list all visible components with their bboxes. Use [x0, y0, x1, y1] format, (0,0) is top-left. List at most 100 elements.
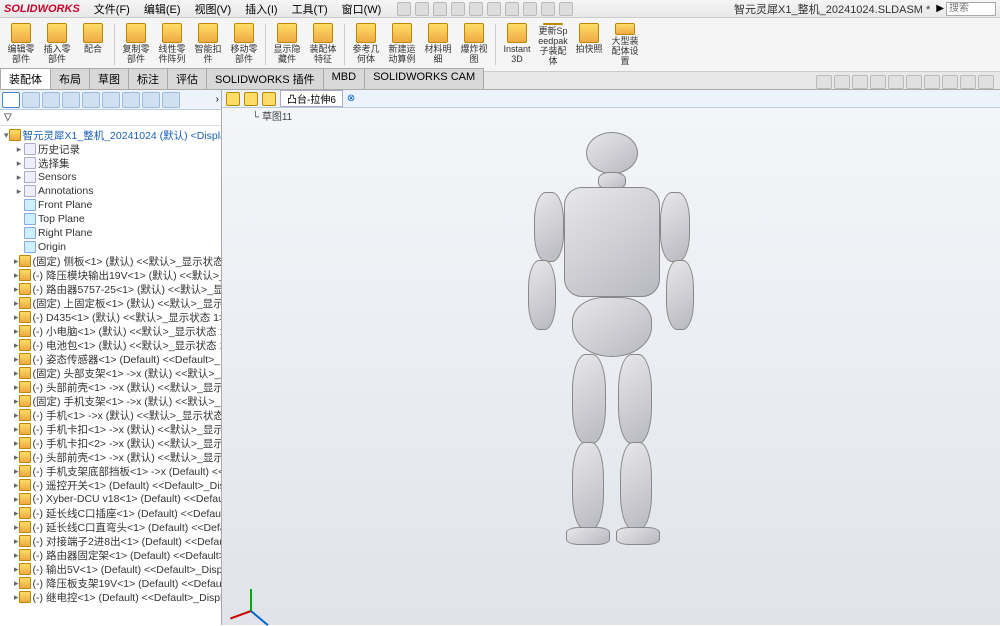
expand-icon[interactable]: ▸ [14, 564, 19, 575]
tree-item[interactable]: ▸(-) 降压板支架19V<1> (Default) <<Default>_Di… [0, 576, 221, 590]
previous-view-icon[interactable] [852, 75, 868, 89]
expand-icon[interactable]: ▾ [4, 130, 9, 141]
expand-icon[interactable]: ▸ [14, 144, 24, 155]
expand-icon[interactable]: ▸ [14, 522, 19, 533]
ribbon-1[interactable]: 插入零部件 [40, 20, 74, 69]
appearance-icon[interactable] [942, 75, 958, 89]
expand-icon[interactable]: ▸ [14, 186, 24, 197]
ribbon-4[interactable]: 线性零件阵列 [155, 20, 189, 69]
tree-item[interactable]: Right Plane [0, 226, 221, 240]
bc-asm-icon[interactable] [226, 92, 240, 106]
ribbon-16[interactable]: 大型装配体设置 [608, 20, 642, 69]
breadcrumb-feature[interactable]: 凸台-拉伸6 [280, 90, 343, 107]
expand-icon[interactable]: ▸ [14, 536, 19, 547]
tab-SOLIDWORKS 插件[interactable]: SOLIDWORKS 插件 [206, 68, 324, 89]
expand-icon[interactable]: ▸ [14, 270, 19, 281]
ribbon-15[interactable]: 拍快照 [572, 20, 606, 69]
tree-item[interactable]: ▸(-) 姿态传感器<1> (Default) <<Default>_Displ… [0, 352, 221, 366]
tree-item[interactable]: ▸选择集 [0, 156, 221, 170]
tree-item[interactable]: ▸(-) 延长线C口插座<1> (Default) <<Default>_Dis [0, 506, 221, 520]
expand-icon[interactable]: ▸ [14, 424, 19, 435]
menu-文件(F)[interactable]: 文件(F) [88, 0, 136, 18]
open-icon[interactable] [433, 2, 447, 16]
tree-item[interactable]: ▸(-) 头部前壳<1> ->x (默认) <<默认>_显示状态 1 [0, 450, 221, 464]
expand-icon[interactable]: ▸ [14, 452, 19, 463]
expand-icon[interactable]: ▸ [14, 382, 19, 393]
expand-icon[interactable]: ▸ [14, 494, 19, 505]
tree-item[interactable]: ▾智元灵犀X1_整机_20241024 (默认) <Display State [0, 128, 221, 142]
config-manager-tab[interactable] [42, 92, 60, 108]
tree-item[interactable]: ▸(-) Xyber-DCU v18<1> (Default) <<Defaul… [0, 492, 221, 506]
undo-icon[interactable] [487, 2, 501, 16]
zoom-area-icon[interactable] [834, 75, 850, 89]
extra-tab-2[interactable] [142, 92, 160, 108]
select-icon[interactable] [523, 2, 537, 16]
tree-item[interactable]: ▸Sensors [0, 170, 221, 184]
tab-草图[interactable]: 草图 [89, 68, 129, 89]
search-input[interactable] [946, 2, 996, 16]
expand-icon[interactable]: ▸ [14, 480, 19, 491]
cam-manager-tab[interactable] [102, 92, 120, 108]
expand-icon[interactable]: ▸ [14, 438, 19, 449]
tree-item[interactable]: ▸(固定) 侧板<1> (默认) <<默认>_显示状态 1> [0, 254, 221, 268]
tab-评估[interactable]: 评估 [167, 68, 207, 89]
ribbon-7[interactable]: 显示隐藏件 [270, 20, 304, 69]
expand-icon[interactable]: ▸ [14, 410, 19, 421]
expand-icon[interactable]: ▸ [14, 326, 19, 337]
menu-插入(I)[interactable]: 插入(I) [239, 0, 283, 18]
expand-icon[interactable]: ▸ [14, 368, 19, 379]
menu-编辑(E)[interactable]: 编辑(E) [138, 0, 187, 18]
expand-icon[interactable]: ▸ [14, 158, 24, 169]
expand-icon[interactable]: ▸ [14, 284, 19, 295]
property-manager-tab[interactable] [22, 92, 40, 108]
scene-icon[interactable] [960, 75, 976, 89]
tree-item[interactable]: ▸历史记录 [0, 142, 221, 156]
tab-装配体[interactable]: 装配体 [0, 68, 51, 89]
menu-工具(T)[interactable]: 工具(T) [286, 0, 334, 18]
expand-icon[interactable]: ▸ [14, 592, 19, 603]
ribbon-9[interactable]: 参考几何体 [349, 20, 383, 69]
panel-expand-icon[interactable]: › [216, 94, 219, 105]
tree-item[interactable]: ▸(-) 手机<1> ->x (默认) <<默认>_显示状态 1> [0, 408, 221, 422]
redo-icon[interactable] [505, 2, 519, 16]
expand-icon[interactable]: ▸ [14, 172, 24, 183]
tree-item[interactable]: ▸(-) 遥控开关<1> (Default) <<Default>_Displa… [0, 478, 221, 492]
ribbon-6[interactable]: 移动零部件 [227, 20, 261, 69]
ribbon-13[interactable]: Instant3D [500, 20, 534, 69]
ribbon-12[interactable]: 爆炸视图 [457, 20, 491, 69]
expand-icon[interactable]: ▸ [14, 312, 19, 323]
tree-item[interactable]: ▸(-) 手机卡扣<1> ->x (默认) <<默认>_显示状态 1 [0, 422, 221, 436]
tree-item[interactable]: ▸(-) 手机卡扣<2> ->x (默认) <<默认>_显示状态 1 [0, 436, 221, 450]
home-icon[interactable] [397, 2, 411, 16]
view-settings-icon[interactable] [978, 75, 994, 89]
expand-icon[interactable]: ▸ [14, 256, 19, 267]
breadcrumb-sketch[interactable]: └ 草图11 [222, 108, 1000, 122]
extra-tab-3[interactable] [162, 92, 180, 108]
menu-视图(V)[interactable]: 视图(V) [189, 0, 238, 18]
view-orient-icon[interactable] [888, 75, 904, 89]
tree-item[interactable]: ▸(-) 手机支架底部挡板<1> ->x (Default) <<Default [0, 464, 221, 478]
expand-icon[interactable]: ▸ [14, 578, 19, 589]
tree-item[interactable]: ▸(-) 头部前壳<1> ->x (默认) <<默认>_显示状态 1 [0, 380, 221, 394]
hide-show-icon[interactable] [924, 75, 940, 89]
expand-icon[interactable]: ▸ [14, 354, 19, 365]
rebuild-icon[interactable] [541, 2, 555, 16]
expand-icon[interactable]: ▸ [14, 396, 19, 407]
tree-item[interactable]: Origin [0, 240, 221, 254]
expand-icon[interactable]: ▸ [14, 466, 19, 477]
dimxpert-tab[interactable] [62, 92, 80, 108]
menu-窗口(W)[interactable]: 窗口(W) [336, 0, 388, 18]
tree-item[interactable]: ▸(-) 继电控<1> (Default) <<Default>_Display… [0, 590, 221, 604]
tree-item[interactable]: ▸(-) 对接端子2进8出<1> (Default) <<Default>_Di… [0, 534, 221, 548]
extra-tab-1[interactable] [122, 92, 140, 108]
save-icon[interactable] [451, 2, 465, 16]
bc-feature-icon[interactable] [262, 92, 276, 106]
expand-icon[interactable]: ▸ [14, 550, 19, 561]
tab-布局[interactable]: 布局 [50, 68, 90, 89]
display-style-icon[interactable] [906, 75, 922, 89]
expand-icon[interactable]: ▸ [14, 340, 19, 351]
ribbon-14[interactable]: 更新Speedpak子装配体 [536, 20, 570, 69]
tree-item[interactable]: ▸(-) D435<1> (默认) <<默认>_显示状态 1> [0, 310, 221, 324]
feature-manager-tab[interactable] [2, 92, 20, 108]
new-icon[interactable] [415, 2, 429, 16]
